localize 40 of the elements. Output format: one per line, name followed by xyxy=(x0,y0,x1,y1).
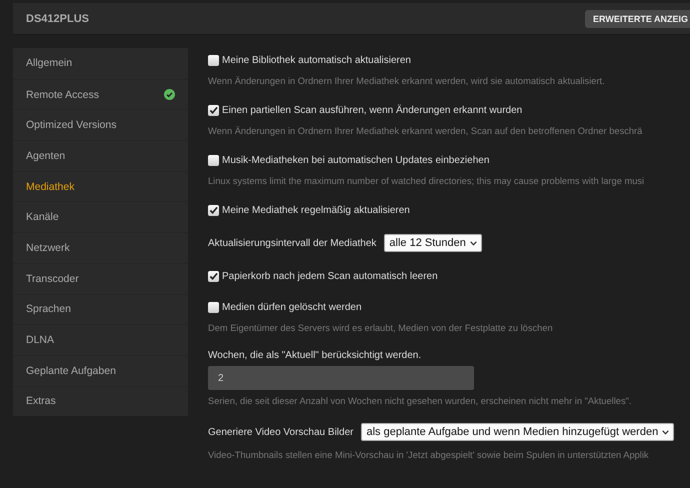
input-field[interactable]: 2 xyxy=(208,366,474,390)
checkbox-label: Meine Bibliothek automatisch aktualisieren xyxy=(222,54,411,66)
checkbox[interactable] xyxy=(208,302,219,312)
sidebar-item[interactable]: Kanäle xyxy=(13,201,188,232)
sidebar-item[interactable]: Sprachen xyxy=(13,294,188,324)
checkbox[interactable] xyxy=(208,54,219,66)
sidebar-item[interactable]: Extras xyxy=(13,386,188,416)
sidebar-item[interactable]: Netzwerk xyxy=(13,232,188,263)
sidebar-item[interactable]: Transcoder xyxy=(13,262,188,294)
help-text: Wenn Änderungen in Ordnern Ihrer Mediathek erkannt werden, Scan auf den betroffenen Ordner beschrä xyxy=(208,126,644,136)
checkbox[interactable] xyxy=(208,104,219,116)
help-text: Wenn Änderungen in Ordnern Ihrer Mediathek erkannt werden, wird sie automatisch aktualisiert. xyxy=(208,76,606,86)
chevron-down-icon xyxy=(470,240,477,246)
checkbox-label: Einen partiellen Scan ausführen, wenn Änderungen erkannt wurden xyxy=(222,104,522,116)
checkbox-label: Medien dürfen gelöscht werden xyxy=(222,302,362,312)
help-text: Linux systems limit the maximum number of watched directories; this may cause problems with large musi xyxy=(208,176,646,186)
sidebar-item[interactable]: Agenten xyxy=(13,140,188,171)
help-text: Serien, die seit dieser Anzahl von Wochen nicht gesehen wurden, erscheinen nicht mehr in "Aktuelles". xyxy=(208,396,632,406)
checkbox[interactable] xyxy=(208,204,219,216)
sidebar-item[interactable]: Remote Access xyxy=(13,78,188,110)
server-title: DS412PLUS xyxy=(26,12,89,24)
sidebar-item[interactable]: Geplante Aufgaben xyxy=(13,354,188,386)
help-text: Dem Eigentümer des Servers wird es erlaubt, Medien von der Festplatte zu löschen xyxy=(208,323,554,333)
sidebar-item[interactable]: Optimized Versions xyxy=(13,109,188,140)
help-text: Video-Thumbnails stellen eine Mini-Vorschau in 'Jetzt abgespielt' sowie beim Spulen in unterstützten Applik xyxy=(208,450,650,460)
dropdown-select[interactable]: als geplante Aufgabe und wenn Medien hinzugefügt werden xyxy=(361,423,674,441)
checkbox-label: Papierkorb nach jedem Scan automatisch leeren xyxy=(222,270,438,282)
checkbox-label: Musik-Mediatheken bei automatischen Updates einbeziehen xyxy=(222,154,490,166)
sidebar-item[interactable]: Allgemein xyxy=(13,48,188,79)
sidebar-item[interactable]: Mediathek xyxy=(13,170,188,202)
checkbox[interactable] xyxy=(208,154,219,166)
field-label: Wochen, die als "Aktuell" berücksichtigt werden. xyxy=(208,350,422,361)
sidebar-item[interactable]: DLNA xyxy=(13,324,188,355)
dropdown-select[interactable]: alle 12 Stunden xyxy=(384,234,482,252)
checkbox-label: Meine Mediathek regelmäßig aktualisieren xyxy=(222,204,410,216)
checkbox[interactable] xyxy=(208,270,219,282)
field-label: Generiere Video Vorschau Bilder xyxy=(208,426,354,438)
field-label: Aktualisierungsintervall der Mediathek xyxy=(208,238,376,248)
chevron-down-icon xyxy=(662,430,670,434)
advanced-view-button[interactable]: ERWEITERTE ANZEIG xyxy=(584,10,690,28)
